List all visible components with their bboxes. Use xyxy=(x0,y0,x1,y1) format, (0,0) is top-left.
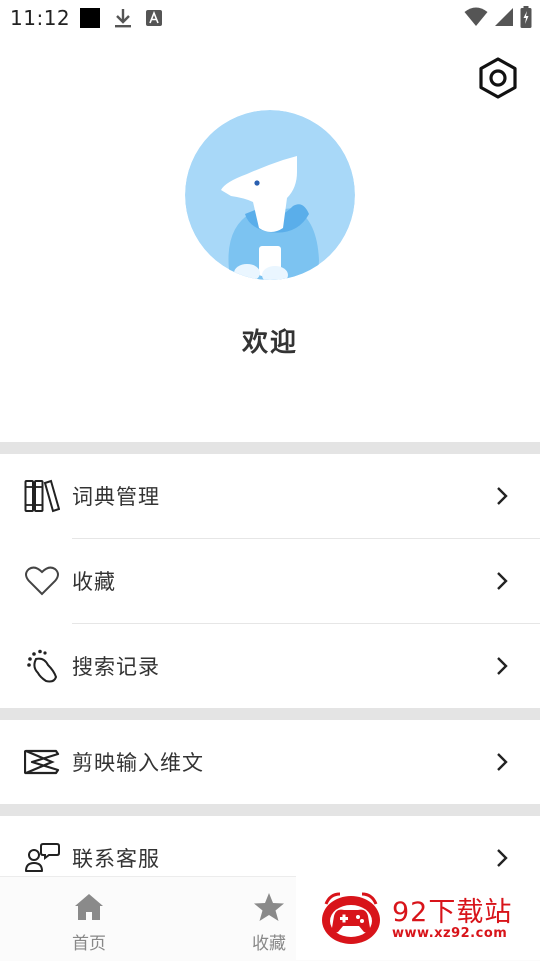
avatar-image xyxy=(185,110,355,280)
menu-label: 联系客服 xyxy=(72,847,160,871)
gamepad-logo-icon xyxy=(320,890,382,946)
welcome-text: 欢迎 xyxy=(241,328,298,358)
footprints-icon xyxy=(24,648,60,684)
notification-icons xyxy=(79,7,163,33)
chevron-right-icon xyxy=(494,569,510,593)
menu-item-favorites[interactable]: 收藏 xyxy=(0,539,540,623)
settings-button[interactable] xyxy=(476,56,520,100)
menu-label: 词典管理 xyxy=(72,485,160,509)
menu-item-search-history[interactable]: 搜索记录 xyxy=(0,624,540,708)
download-icon xyxy=(114,7,132,33)
menu-label: 剪映输入维文 xyxy=(72,751,204,775)
site-watermark: 92下载站 www.xz92.com xyxy=(296,876,540,960)
section-divider xyxy=(0,442,540,454)
chevron-right-icon xyxy=(494,750,510,774)
menu-label: 收藏 xyxy=(72,570,116,594)
battery-charging-icon xyxy=(520,6,532,32)
heart-icon xyxy=(24,563,60,599)
signal-icon xyxy=(494,7,514,31)
capcut-icon xyxy=(24,744,60,780)
app-notification-icon xyxy=(79,7,101,33)
system-status-icons xyxy=(464,6,532,32)
books-icon xyxy=(24,478,60,514)
watermark-url: www.xz92.com xyxy=(392,926,508,941)
avatar[interactable] xyxy=(185,110,355,280)
star-icon xyxy=(253,891,285,923)
status-time: 11:12 xyxy=(10,6,71,30)
tab-home[interactable]: 首页 xyxy=(44,877,134,961)
section-divider xyxy=(0,804,540,816)
chevron-right-icon xyxy=(494,484,510,508)
chevron-right-icon xyxy=(494,654,510,678)
watermark-title: 92下载站 xyxy=(392,897,513,928)
customer-service-icon xyxy=(24,840,60,876)
settings-hexagon-icon xyxy=(479,57,517,99)
menu-label: 搜索记录 xyxy=(72,655,160,679)
tab-label: 首页 xyxy=(72,934,106,954)
home-icon xyxy=(73,891,105,923)
chevron-right-icon xyxy=(494,846,510,870)
keyboard-a-icon xyxy=(145,9,163,31)
section-divider xyxy=(0,708,540,720)
menu-item-capcut-uyghur-input[interactable]: 剪映输入维文 xyxy=(0,720,540,804)
menu-item-dictionary-management[interactable]: 词典管理 xyxy=(0,454,540,538)
status-bar: 11:12 xyxy=(0,0,540,36)
wifi-icon xyxy=(464,7,488,31)
